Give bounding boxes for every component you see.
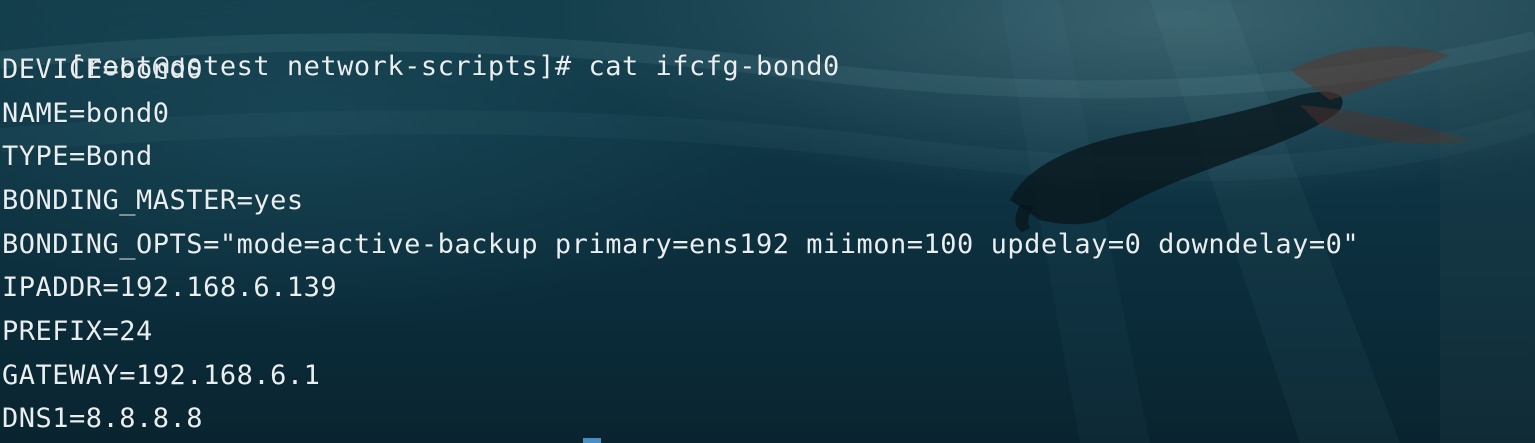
text-cursor: [583, 438, 601, 443]
shell-command: cat ifcfg-bond0: [588, 51, 840, 82]
output-line-gateway: GATEWAY=192.168.6.1: [2, 360, 321, 391]
command-line: [root@ostest network-scripts]# cat ifcfg…: [2, 7, 840, 82]
output-line-dns1: DNS1=8.8.8.8: [2, 403, 204, 434]
output-line-name: NAME=bond0: [2, 98, 170, 129]
output-line-ipaddr: IPADDR=192.168.6.139: [2, 272, 338, 303]
output-line-prefix: PREFIX=24: [2, 316, 153, 347]
output-line-type: TYPE=Bond: [2, 141, 153, 172]
output-line-bonding-master: BONDING_MASTER=yes: [2, 185, 304, 216]
output-line-bonding-opts: BONDING_OPTS="mode=active-backup primary…: [2, 229, 1360, 260]
terminal-window[interactable]: [root@ostest network-scripts]# cat ifcfg…: [0, 0, 1535, 443]
output-line-device: DEVICE=bond0: [2, 54, 204, 85]
